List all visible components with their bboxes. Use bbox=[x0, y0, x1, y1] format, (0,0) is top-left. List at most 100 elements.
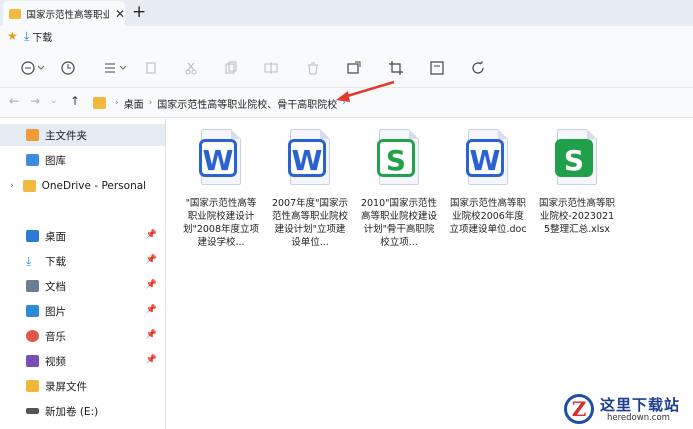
paste-button[interactable] bbox=[222, 58, 240, 78]
sidebar-item-documents[interactable]: 文档 📌 bbox=[0, 275, 165, 297]
home-icon bbox=[26, 129, 39, 141]
document-icon bbox=[26, 280, 39, 292]
pin-icon[interactable]: 📌 bbox=[146, 330, 157, 340]
folder-icon bbox=[93, 97, 106, 109]
rename-icon bbox=[264, 62, 278, 74]
pin-icon[interactable]: 📌 bbox=[146, 255, 157, 265]
quick-download-link[interactable]: ⤓ 下载 bbox=[24, 29, 52, 44]
download-icon: ⤓ bbox=[24, 29, 30, 43]
breadcrumb-separator: › bbox=[148, 98, 153, 108]
folder-icon bbox=[9, 8, 21, 19]
new-tab-button[interactable]: + bbox=[132, 2, 146, 22]
sidebar-item-label: 录屏文件 bbox=[45, 380, 87, 393]
file-name: 2007年度"国家示范性高等职业院校建设计划"立项建设单位... bbox=[271, 198, 349, 248]
sidebar-item-onedrive[interactable]: › OneDrive - Personal bbox=[0, 175, 165, 197]
sidebar-item-pictures[interactable]: 图片 📌 bbox=[0, 300, 165, 322]
word-file-icon: W bbox=[463, 129, 513, 187]
sidebar-item-label: 音乐 bbox=[45, 330, 66, 343]
sidebar-item-label: 新加卷 (E:) bbox=[45, 405, 99, 418]
sidebar-item-label: 图片 bbox=[45, 305, 66, 318]
drive-icon bbox=[26, 408, 39, 414]
tab-title: 国家示范性高等职业 bbox=[26, 9, 109, 21]
breadcrumb-separator: › bbox=[115, 98, 119, 108]
word-file-icon: W bbox=[196, 129, 246, 187]
sidebar-item-desktop[interactable]: 桌面 📌 bbox=[0, 225, 165, 247]
sidebar-item-label: 文档 bbox=[45, 280, 66, 293]
properties-icon bbox=[430, 61, 444, 75]
spreadsheet-file-icon: S bbox=[374, 129, 424, 187]
navigation-pane: 主文件夹 图库 › OneDrive - Personal 桌面 📌 ⤓ 下载 … bbox=[0, 119, 166, 429]
chevron-down-icon[interactable]: ⌄ bbox=[50, 96, 58, 106]
sidebar-item-label: OneDrive - Personal bbox=[41, 180, 147, 192]
tab-strip: 国家示范性高等职业 ✕ + bbox=[0, 0, 693, 26]
file-item[interactable]: W 2007年度"国家示范性高等职业院校建设计划"立项建设单位... bbox=[270, 129, 350, 249]
folder-icon bbox=[22, 180, 36, 192]
annotation-arrow bbox=[336, 80, 395, 102]
new-icon bbox=[21, 61, 45, 75]
pin-icon[interactable]: 📌 bbox=[146, 230, 157, 240]
quick-access-bar: ★ ⤓ 下载 bbox=[0, 26, 693, 48]
crop-icon bbox=[389, 61, 403, 75]
delete-button[interactable] bbox=[304, 58, 322, 78]
breadcrumb-folder[interactable]: 国家示范性高等职业院校、骨干高职院校 bbox=[157, 96, 337, 111]
music-icon bbox=[26, 330, 39, 342]
xlsx-file-icon: S bbox=[552, 129, 602, 187]
clock-icon bbox=[61, 61, 75, 75]
forward-arrow-icon[interactable]: → bbox=[30, 94, 40, 108]
picture-icon bbox=[26, 305, 39, 317]
tab-active[interactable]: 国家示范性高等职业 ✕ bbox=[3, 1, 125, 26]
paste-icon bbox=[225, 61, 237, 74]
sidebar-item-gallery[interactable]: 图库 bbox=[0, 149, 165, 171]
file-name: 国家示范性高等职业院校2006年度立项建设单位.doc bbox=[449, 198, 527, 235]
sidebar-item-label: 主文件夹 bbox=[45, 129, 87, 142]
crop-button[interactable] bbox=[387, 58, 405, 78]
history-button[interactable] bbox=[58, 58, 78, 78]
sidebar-item-drive-e[interactable]: 新加卷 (E:) bbox=[0, 400, 165, 422]
refresh-button[interactable] bbox=[469, 58, 487, 78]
rename-button[interactable] bbox=[262, 58, 280, 78]
desktop-icon bbox=[26, 230, 39, 242]
cut-button[interactable] bbox=[182, 58, 200, 78]
pin-icon[interactable]: 📌 bbox=[146, 355, 157, 365]
site-logo: Z bbox=[564, 394, 594, 424]
scissors-icon bbox=[185, 62, 197, 75]
share-button[interactable] bbox=[345, 58, 363, 78]
watermark-url: heredown.com bbox=[607, 413, 670, 423]
folder-icon bbox=[26, 380, 39, 392]
file-item[interactable]: W 国家示范性高等职业院校2006年度立项建设单位.doc bbox=[448, 129, 528, 236]
star-icon: ★ bbox=[7, 29, 18, 43]
list-icon bbox=[105, 63, 127, 73]
sidebar-item-label: 桌面 bbox=[45, 230, 66, 243]
file-item[interactable]: S 2010"国家示范性高等职业院校建设计划"骨干高职院校立项... bbox=[359, 129, 439, 249]
new-button[interactable] bbox=[20, 58, 46, 78]
up-arrow-icon[interactable]: ↑ bbox=[70, 94, 80, 108]
sidebar-item-videos[interactable]: 视频 📌 bbox=[0, 350, 165, 372]
file-name: 2010"国家示范性高等职业院校建设计划"骨干高职院校立项... bbox=[360, 198, 438, 248]
breadcrumb-desktop[interactable]: 桌面 bbox=[124, 96, 144, 111]
watermark-title: 这里下载站 bbox=[600, 396, 681, 414]
refresh-icon bbox=[472, 61, 484, 74]
close-icon[interactable]: ✕ bbox=[115, 7, 125, 21]
pin-icon[interactable]: 📌 bbox=[146, 280, 157, 290]
watermark: Z 这里下载站 heredown.com bbox=[560, 392, 693, 429]
word-file-icon: W bbox=[285, 129, 335, 187]
chevron-right-icon[interactable]: › bbox=[10, 181, 14, 191]
sidebar-item-label: 视频 bbox=[45, 355, 66, 368]
sidebar-item-music[interactable]: 音乐 📌 bbox=[0, 325, 165, 347]
pin-icon[interactable]: 📌 bbox=[146, 305, 157, 315]
file-item[interactable]: S 国家示范性高等职业院校-20230215整理汇总.xlsx bbox=[537, 129, 617, 236]
share-icon bbox=[347, 61, 361, 74]
file-item[interactable]: W "国家示范性高等职业院校建设计划"2008年度立项建设学校... bbox=[181, 129, 261, 249]
properties-button[interactable] bbox=[428, 58, 446, 78]
file-name: "国家示范性高等职业院校建设计划"2008年度立项建设学校... bbox=[182, 198, 260, 248]
sidebar-item-downloads[interactable]: ⤓ 下载 📌 bbox=[0, 250, 165, 272]
sidebar-item-home[interactable]: 主文件夹 bbox=[0, 124, 165, 146]
copy-path-button[interactable] bbox=[142, 58, 160, 78]
back-arrow-icon[interactable]: ← bbox=[9, 94, 19, 108]
file-name: 国家示范性高等职业院校-20230215整理汇总.xlsx bbox=[538, 198, 615, 235]
view-menu-button[interactable] bbox=[102, 58, 128, 78]
video-icon bbox=[26, 355, 39, 367]
sidebar-item-recordings[interactable]: 录屏文件 bbox=[0, 375, 165, 397]
copy-icon bbox=[146, 62, 156, 74]
trash-icon bbox=[308, 62, 318, 75]
